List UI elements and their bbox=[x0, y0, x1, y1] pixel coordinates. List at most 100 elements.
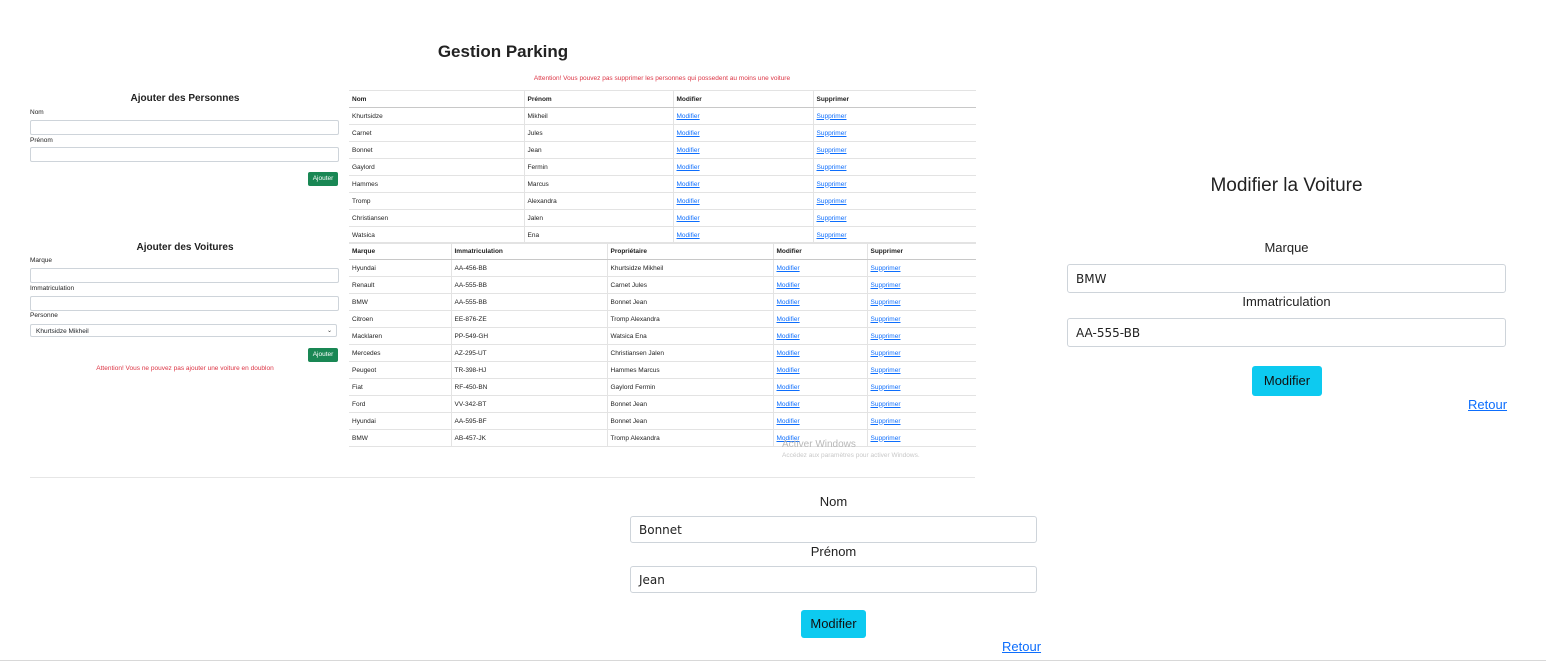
table-cell: BMW bbox=[349, 429, 451, 447]
table-row: Peugeot TR-398-HJ Hammes Marcus Modifier Sup… bbox=[349, 361, 976, 379]
delete-link[interactable]: Supprimer bbox=[871, 282, 901, 289]
delete-link[interactable]: Supprimer bbox=[871, 418, 901, 425]
column-header: Supprimer bbox=[812, 90, 976, 108]
marque-label: Marque bbox=[30, 257, 53, 264]
nom-input[interactable] bbox=[30, 120, 339, 135]
table-cell: Khurtsidze Mikheil bbox=[606, 259, 773, 277]
immatriculation-input[interactable] bbox=[30, 296, 339, 311]
table-cell: Supprimer bbox=[812, 124, 976, 142]
chevron-down-icon: ⌄ bbox=[326, 328, 332, 334]
modify-link[interactable]: Modifier bbox=[677, 215, 700, 222]
modify-car-button[interactable]: Modifier bbox=[1252, 366, 1322, 396]
delete-link[interactable]: Supprimer bbox=[871, 350, 901, 357]
activate-windows-title: Activer Windows bbox=[782, 439, 856, 450]
delete-link[interactable]: Supprimer bbox=[871, 265, 901, 272]
table-cell: Supprimer bbox=[812, 107, 976, 125]
back-link[interactable]: Retour bbox=[1468, 397, 1507, 412]
table-cell: RF-450-BN bbox=[450, 378, 607, 396]
table-cell: Modifier bbox=[672, 124, 813, 142]
edit-marque-label: Marque bbox=[1264, 240, 1309, 255]
table-row: Mercedes AZ-295-UT Christiansen Jalen Modif… bbox=[349, 344, 976, 362]
edit-marque-input[interactable]: BMW bbox=[1067, 264, 1506, 293]
table-cell: Supprimer bbox=[866, 259, 976, 277]
modify-link[interactable]: Modifier bbox=[677, 198, 700, 205]
modify-link[interactable]: Modifier bbox=[677, 232, 700, 239]
table-cell: Alexandra bbox=[523, 192, 673, 210]
modify-link[interactable]: Modifier bbox=[677, 130, 700, 137]
delete-link[interactable]: Supprimer bbox=[817, 113, 847, 120]
table-cell: Tromp Alexandra bbox=[606, 429, 773, 447]
delete-link[interactable]: Supprimer bbox=[817, 130, 847, 137]
table-cell: PP-549-GH bbox=[450, 327, 607, 345]
back-link[interactable]: Retour bbox=[1002, 639, 1041, 654]
personne-select[interactable]: Khurtsidze Mikheil ⌄ bbox=[30, 324, 337, 337]
modify-link[interactable]: Modifier bbox=[677, 164, 700, 171]
column-header: Immatriculation bbox=[450, 242, 607, 260]
modify-link[interactable]: Modifier bbox=[777, 333, 800, 340]
delete-link[interactable]: Supprimer bbox=[817, 147, 847, 154]
modify-link[interactable]: Modifier bbox=[677, 147, 700, 154]
table-cell: Fermin bbox=[523, 158, 673, 176]
table-cell: Supprimer bbox=[866, 412, 976, 430]
table-row: Christiansen Jalen Modifier Supprimer bbox=[349, 209, 976, 227]
modify-link[interactable]: Modifier bbox=[677, 181, 700, 188]
table-cell: Supprimer bbox=[866, 395, 976, 413]
modify-link[interactable]: Modifier bbox=[777, 265, 800, 272]
table-cell: Fiat bbox=[349, 378, 451, 396]
delete-link[interactable]: Supprimer bbox=[871, 316, 901, 323]
edit-nom-label: Nom bbox=[819, 494, 848, 509]
table-cell: Hammes bbox=[349, 175, 524, 193]
table-row: Macklaren PP-549-GH Watsica Ena Modifier Sup… bbox=[349, 327, 976, 345]
modify-link[interactable]: Modifier bbox=[677, 113, 700, 120]
delete-link[interactable]: Supprimer bbox=[817, 215, 847, 222]
table-cell: Christiansen Jalen bbox=[606, 344, 773, 362]
modify-link[interactable]: Modifier bbox=[777, 384, 800, 391]
table-cell: Modifier bbox=[672, 158, 813, 176]
table-cell: Modifier bbox=[772, 361, 867, 379]
modify-link[interactable]: Modifier bbox=[777, 401, 800, 408]
table-cell: Modifier bbox=[672, 226, 813, 244]
delete-link[interactable]: Supprimer bbox=[871, 384, 901, 391]
add-person-button[interactable]: Ajouter bbox=[308, 172, 338, 186]
table-cell: Khurtsidze bbox=[349, 107, 524, 125]
delete-link[interactable]: Supprimer bbox=[871, 333, 901, 340]
edit-prenom-input[interactable]: Jean bbox=[630, 566, 1037, 593]
table-cell: Jules bbox=[523, 124, 673, 142]
modify-link[interactable]: Modifier bbox=[777, 316, 800, 323]
marque-input[interactable] bbox=[30, 268, 339, 283]
delete-link[interactable]: Supprimer bbox=[817, 164, 847, 171]
table-cell: Ford bbox=[349, 395, 451, 413]
modify-link[interactable]: Modifier bbox=[777, 350, 800, 357]
delete-link[interactable]: Supprimer bbox=[871, 299, 901, 306]
modify-link[interactable]: Modifier bbox=[777, 418, 800, 425]
delete-link[interactable]: Supprimer bbox=[817, 232, 847, 239]
table-cell: Jalen bbox=[523, 209, 673, 227]
modify-link[interactable]: Modifier bbox=[777, 367, 800, 374]
table-cell: Supprimer bbox=[866, 327, 976, 345]
table-cell: Watsica Ena bbox=[606, 327, 773, 345]
edit-immatriculation-input[interactable]: AA-555-BB bbox=[1067, 318, 1506, 347]
modify-link[interactable]: Modifier bbox=[777, 282, 800, 289]
persons-table: Nom Prénom Modifier Supprimer Khurtsidze… bbox=[349, 90, 976, 244]
prenom-input[interactable] bbox=[30, 147, 339, 162]
edit-nom-input[interactable]: Bonnet bbox=[630, 516, 1037, 543]
delete-link[interactable]: Supprimer bbox=[817, 181, 847, 188]
table-row: Gaylord Fermin Modifier Supprimer bbox=[349, 158, 976, 176]
edit-car-title: Modifier la Voiture bbox=[1210, 175, 1363, 196]
table-cell: Citroen bbox=[349, 310, 451, 328]
delete-link[interactable]: Supprimer bbox=[871, 401, 901, 408]
table-cell: Supprimer bbox=[866, 344, 976, 362]
table-cell: Modifier bbox=[672, 175, 813, 193]
personne-label: Personne bbox=[30, 312, 58, 319]
modify-person-button[interactable]: Modifier bbox=[801, 610, 866, 638]
add-car-button[interactable]: Ajouter bbox=[308, 348, 338, 362]
delete-link[interactable]: Supprimer bbox=[817, 198, 847, 205]
modify-link[interactable]: Modifier bbox=[777, 299, 800, 306]
table-cell: Modifier bbox=[772, 259, 867, 277]
delete-link[interactable]: Supprimer bbox=[871, 367, 901, 374]
duplicate-car-warning: Attention! Vous ne pouvez pas ajouter un… bbox=[96, 365, 274, 372]
activate-windows-subtitle: Accédez aux paramètres pour activer Wind… bbox=[782, 452, 920, 459]
table-cell: Modifier bbox=[672, 141, 813, 159]
delete-link[interactable]: Supprimer bbox=[871, 435, 901, 442]
bottom-border bbox=[0, 660, 1546, 661]
